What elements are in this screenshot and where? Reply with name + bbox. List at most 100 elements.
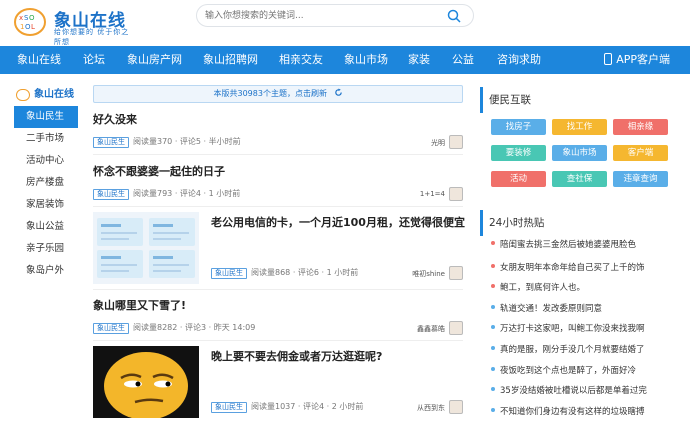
refresh-icon[interactable]: [334, 88, 343, 97]
sidebar-item-charity[interactable]: 象山公益: [14, 216, 78, 238]
service-button-market[interactable]: 象山市场: [552, 145, 607, 161]
sidebar-item-parenting[interactable]: 亲子乐园: [14, 238, 78, 260]
avatar[interactable]: [449, 266, 463, 280]
bullet-icon: [491, 325, 495, 329]
hot-item-text: 夜饭吃到这个点也是醉了，外面好冷: [500, 366, 637, 376]
hot-item[interactable]: 不知道你们身边有没有这样的垃圾瞎搏: [491, 405, 683, 417]
post-tag[interactable]: 象山民生: [93, 323, 129, 334]
nav-item-home[interactable]: 象山在线: [17, 46, 61, 74]
list-item[interactable]: 晚上要不要去佣金或者万达逛逛呢? 象山民生 阅读量1037 · 评论4 · 2 小…: [93, 344, 463, 420]
post-tag[interactable]: 象山民生: [93, 137, 129, 148]
sidebar-item-events[interactable]: 活动中心: [14, 150, 78, 172]
sidebar-logo-icon: [16, 89, 30, 101]
refresh-notice[interactable]: 本版共30983个主题，点击刷新: [93, 85, 463, 103]
avatar[interactable]: [449, 321, 463, 335]
nav-item-forum[interactable]: 论坛: [83, 46, 105, 74]
svg-text:1: 1: [20, 23, 24, 31]
sidebar-item-home-decor[interactable]: 家居装饰: [14, 194, 78, 216]
nav-item-market[interactable]: 象山市场: [344, 46, 388, 74]
hot-item[interactable]: 真的是服，刚分手没几个月就要结婚了: [491, 343, 683, 355]
list-item[interactable]: 象山哪里又下雪了! 象山民生 阅读量8282 · 评论3 · 昨天 14:09 鑫…: [93, 296, 463, 338]
service-button-job[interactable]: 找工作: [552, 119, 607, 135]
service-button-house[interactable]: 找房子: [491, 119, 546, 135]
hot-item[interactable]: 万达打卡这家吧，叫鲍工你没来找我啊: [491, 322, 683, 334]
post-tag[interactable]: 象山民生: [211, 268, 247, 279]
sidebar-item-second-hand[interactable]: 二手市场: [14, 128, 78, 150]
post-tag[interactable]: 象山民生: [93, 189, 129, 200]
post-thumbnail[interactable]: [93, 212, 199, 284]
post-author[interactable]: 唯初shine: [412, 269, 445, 279]
hot-item[interactable]: 35岁没结婚被吐槽说以后都是单着过完: [491, 384, 683, 396]
hot-item[interactable]: 轨道交通！发改委原则同意: [491, 302, 683, 314]
svg-text:L: L: [31, 23, 35, 31]
hot-item[interactable]: 陪闺蜜去挑三金然后被她婆婆甩脸色: [491, 238, 683, 250]
service-button-activity[interactable]: 活动: [491, 171, 546, 187]
nav-item-realestate[interactable]: 象山房产网: [127, 46, 182, 74]
service-panel: 便民互联: [480, 87, 680, 113]
service-button-label: 客户端: [627, 148, 654, 158]
post-title[interactable]: 晚上要不要去佣金或者万达逛逛呢?: [211, 348, 461, 364]
post-author[interactable]: 鑫鑫慕皓: [417, 324, 445, 334]
post-reads: 阅读量1037: [251, 402, 296, 411]
avatar[interactable]: [449, 400, 463, 414]
divider: [93, 340, 463, 341]
bullet-icon: [491, 367, 495, 371]
post-reads: 阅读量793: [133, 189, 173, 198]
bullet-icon: [491, 264, 495, 268]
hot-item[interactable]: 女朋友明年本命年给自己买了上千的饰: [491, 261, 683, 273]
sidebar-item-property[interactable]: 房产楼盘: [14, 172, 78, 194]
post-meta: 象山民生 阅读量793 · 评论4 · 1 小时前: [93, 188, 240, 202]
post-comments: 评论5: [179, 137, 202, 146]
post-author[interactable]: 光明: [431, 138, 445, 148]
app-client-label: APP客户端: [616, 53, 670, 66]
hot-item-text: 鲍工，到底何许人也。: [500, 283, 586, 293]
hot-item[interactable]: 夜饭吃到这个点也是醉了，外面好冷: [491, 364, 683, 376]
post-thumbnail[interactable]: [93, 346, 199, 418]
service-button-dating[interactable]: 相亲缘: [613, 119, 668, 135]
sidebar-item-livelihood[interactable]: 象山民生: [14, 106, 78, 128]
service-button-client[interactable]: 客户端: [613, 145, 668, 161]
list-item[interactable]: 好久没来 象山民生 阅读量370 · 评论5 · 半小时前 光明: [93, 110, 463, 152]
avatar[interactable]: [449, 187, 463, 201]
nav-item-charity[interactable]: 公益: [452, 46, 474, 74]
search-icon[interactable]: [447, 9, 461, 23]
service-button-social-security[interactable]: 查社保: [552, 171, 607, 187]
avatar[interactable]: [449, 135, 463, 149]
post-comments: 评论6: [297, 268, 320, 277]
post-meta: 象山民生 阅读量868 · 评论6 · 1 小时前: [211, 267, 358, 281]
site-logo[interactable]: x S O 1 O L 象山在线 给你想要的 优于你之所想: [14, 4, 134, 46]
post-time: 2 小时前: [331, 402, 364, 411]
search-input[interactable]: [205, 8, 435, 24]
app-client-link[interactable]: APP客户端: [604, 46, 670, 74]
hot-item[interactable]: 鲍工，到底何许人也。: [491, 281, 683, 293]
nav-item-help[interactable]: 咨询求助: [497, 46, 541, 74]
post-title[interactable]: 好久没来: [93, 111, 137, 127]
hot-item-text: 35岁没结婚被吐槽说以后都是单着过完: [500, 386, 647, 396]
hot-item-text: 不知道你们身边有没有这样的垃圾瞎搏: [500, 407, 645, 417]
service-button-label: 象山市场: [562, 148, 597, 158]
divider: [93, 289, 463, 290]
divider: [93, 154, 463, 155]
hot-item-text: 陪闺蜜去挑三金然后被她婆婆甩脸色: [500, 240, 637, 250]
sidebar-header: 象山在线: [14, 84, 78, 106]
nav-item-jobs[interactable]: 象山招聘网: [203, 46, 258, 74]
service-button-decor[interactable]: 要装修: [491, 145, 546, 161]
bullet-icon: [491, 346, 495, 350]
list-item[interactable]: 怀念不跟婆婆一起住的日子 象山民生 阅读量793 · 评论4 · 1 小时前 1+…: [93, 162, 463, 204]
post-tag[interactable]: 象山民生: [211, 402, 247, 413]
nav-item-dating[interactable]: 相亲交友: [279, 46, 323, 74]
nav-item-decor[interactable]: 家装: [408, 46, 430, 74]
post-meta: 象山民生 阅读量1037 · 评论4 · 2 小时前: [211, 401, 363, 415]
sidebar-item-outdoor[interactable]: 象岛户外: [14, 260, 78, 282]
post-author[interactable]: 1+1=4: [420, 190, 445, 198]
post-title[interactable]: 怀念不跟婆婆一起住的日子: [93, 163, 225, 179]
sidebar-header-label: 象山在线: [34, 89, 74, 100]
post-comments: 评论4: [179, 189, 202, 198]
hot-item-text: 女朋友明年本命年给自己买了上千的饰: [500, 263, 645, 273]
service-button-violation[interactable]: 违章查询: [613, 171, 668, 187]
post-author[interactable]: 从西到东: [417, 403, 445, 413]
post-title[interactable]: 象山哪里又下雪了!: [93, 297, 186, 313]
post-title[interactable]: 老公用电信的卡，一个月近100月租，还觉得很便宜: [211, 214, 465, 230]
service-button-label: 要装修: [505, 148, 532, 158]
list-item[interactable]: 老公用电信的卡，一个月近100月租，还觉得很便宜 象山民生 阅读量868 · 评论…: [93, 210, 465, 286]
